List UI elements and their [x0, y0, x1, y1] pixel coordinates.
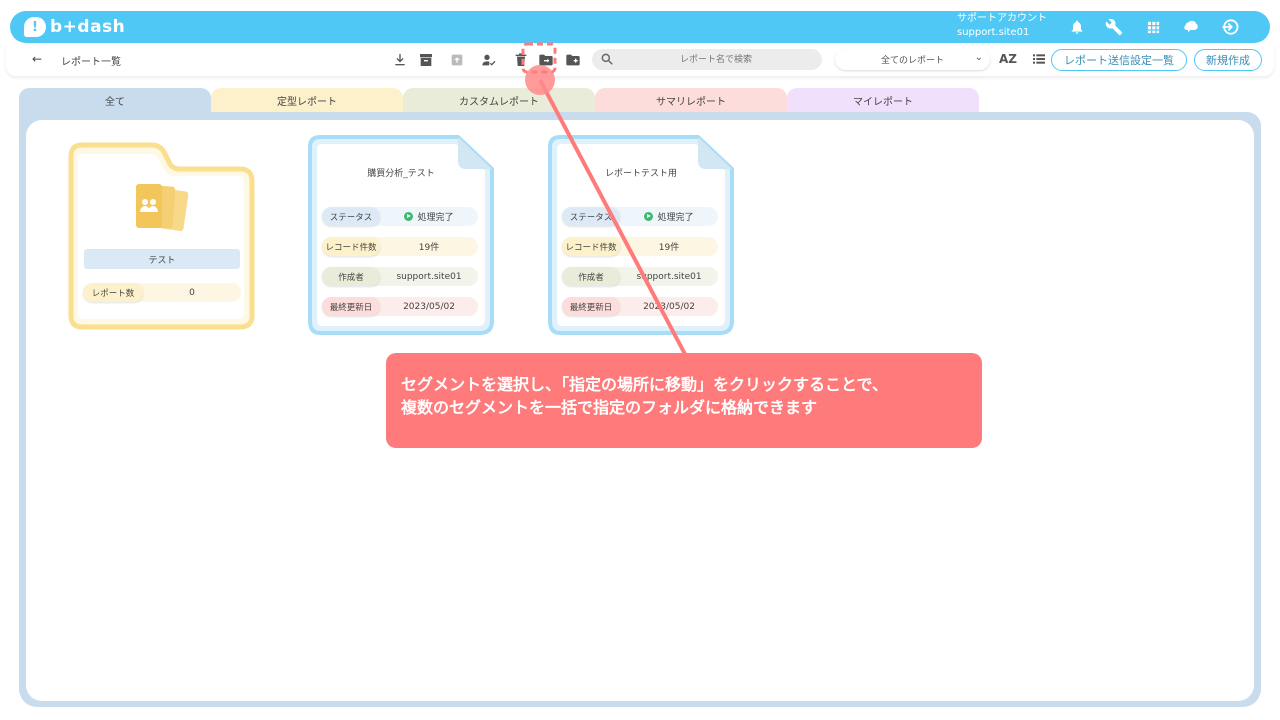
report-card[interactable]: レポートテスト用 ステータス 処理完了 レコード件数 19件 作成者 suppo…	[548, 135, 734, 335]
status-row: ステータス 処理完了	[562, 207, 718, 226]
status-value-wrap: 処理完了	[620, 210, 718, 223]
logo-bubble-icon: !	[24, 17, 46, 37]
folders-group-icon	[136, 184, 189, 232]
report-title: レポートテスト用	[604, 169, 677, 179]
search-input[interactable]	[618, 49, 814, 70]
status-value: 処理完了	[657, 213, 694, 223]
records-label: レコード件数	[322, 237, 380, 256]
chevron-down-icon: ⌄	[974, 52, 983, 63]
status-label: ステータス	[562, 207, 620, 226]
updated-label: 最終更新日	[322, 297, 380, 316]
folder-card[interactable]: テスト レポート数 0	[68, 142, 256, 330]
unarchive-icon[interactable]	[447, 50, 467, 70]
breadcrumb: レポート一覧	[61, 57, 121, 68]
play-icon	[404, 212, 414, 221]
account-id: support.site01	[957, 27, 1030, 38]
play-icon	[644, 212, 654, 221]
author-row: 作成者 support.site01	[322, 267, 478, 286]
account-info[interactable]: サポートアカウント support.site01	[957, 12, 1047, 40]
status-row: ステータス 処理完了	[322, 207, 478, 226]
report-card[interactable]: 購買分析_テスト ステータス 処理完了 レコード件数 19件 作成者 suppo…	[308, 135, 494, 335]
report-filter-value: 全てのレポート	[880, 56, 944, 66]
logout-icon[interactable]	[1218, 15, 1242, 39]
account-label: サポートアカウント	[957, 13, 1047, 24]
status-value-wrap: 処理完了	[380, 210, 478, 223]
folder-report-count-label: レポート数	[83, 283, 143, 302]
new-folder-icon[interactable]	[563, 50, 583, 70]
author-value: support.site01	[636, 271, 702, 282]
arrow-left-icon[interactable]: ←	[32, 52, 42, 66]
records-row: レコード件数 19件	[562, 237, 718, 256]
updated-label: 最終更新日	[562, 297, 620, 316]
updated-row: 最終更新日 2023/05/02	[322, 297, 478, 316]
tab-my-report[interactable]: マイレポート	[787, 88, 979, 112]
move-to-folder-icon[interactable]	[536, 50, 556, 70]
tab-summary-report[interactable]: サマリレポート	[595, 88, 787, 112]
user-check-icon[interactable]	[479, 50, 499, 70]
status-value: 処理完了	[417, 213, 454, 223]
updated-value: 2023/05/02	[403, 301, 455, 312]
folder-name: テスト	[84, 249, 240, 269]
author-label: 作成者	[562, 267, 620, 286]
tab-custom-report[interactable]: カスタムレポート	[403, 88, 595, 112]
logo-text: b+dash	[50, 17, 126, 37]
trash-icon[interactable]	[511, 50, 531, 70]
archive-icon[interactable]	[416, 50, 436, 70]
author-value: support.site01	[396, 271, 462, 282]
records-value: 19件	[418, 243, 440, 253]
records-value: 19件	[658, 243, 680, 253]
sort-az-button[interactable]: AZ	[999, 52, 1017, 66]
report-filter-select[interactable]: 全てのレポート ⌄	[835, 49, 990, 70]
search-box[interactable]	[592, 49, 822, 70]
status-label: ステータス	[322, 207, 380, 226]
brand-logo[interactable]: ! b+dash	[24, 15, 125, 39]
folder-report-count-row: レポート数 0	[83, 283, 241, 302]
grid-icon[interactable]	[1141, 15, 1165, 39]
records-row: レコード件数 19件	[322, 237, 478, 256]
updated-value: 2023/05/02	[643, 301, 695, 312]
search-icon	[601, 53, 613, 65]
callout-line-2: 複数のセグメントを一括で指定のフォルダに格納できます	[401, 398, 818, 417]
wrench-icon[interactable]	[1102, 15, 1126, 39]
author-row: 作成者 support.site01	[562, 267, 718, 286]
brain-icon[interactable]	[1179, 15, 1203, 39]
new-report-button[interactable]: 新規作成	[1194, 49, 1262, 71]
report-toolbar: ← レポート一覧 全てのレポート ⌄ AZ レポート送信設定一覧 新規作成	[6, 44, 1274, 76]
report-send-settings-button[interactable]: レポート送信設定一覧	[1051, 49, 1187, 71]
updated-row: 最終更新日 2023/05/02	[562, 297, 718, 316]
tab-standard-report[interactable]: 定型レポート	[211, 88, 403, 112]
report-title: 購買分析_テスト	[367, 169, 435, 179]
tab-all[interactable]: 全て	[19, 88, 211, 112]
top-navbar: ! b+dash サポートアカウント support.site01	[10, 11, 1270, 43]
annotation-callout: セグメントを選択し、「指定の場所に移動」をクリックすることで、 複数のセグメント…	[386, 353, 982, 448]
list-view-icon[interactable]	[1031, 51, 1047, 67]
author-label: 作成者	[322, 267, 380, 286]
callout-line-1: セグメントを選択し、「指定の場所に移動」をクリックすることで、	[401, 375, 888, 394]
folder-report-count-value: 0	[189, 287, 195, 298]
bell-icon[interactable]	[1065, 15, 1089, 39]
download-icon[interactable]	[390, 50, 410, 70]
records-label: レコード件数	[562, 237, 620, 256]
